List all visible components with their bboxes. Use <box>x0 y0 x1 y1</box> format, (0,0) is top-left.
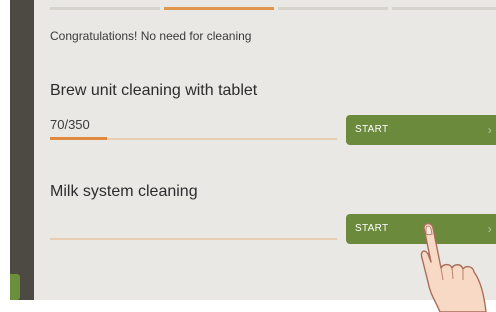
start-button-label: START <box>355 223 389 234</box>
brew-unit-start-button[interactable]: START › <box>346 115 496 145</box>
milk-system-progress-bar <box>50 238 337 240</box>
milk-system-title: Milk system cleaning <box>50 183 198 200</box>
cleaning-screen: Congratulations! No need for cleaning Br… <box>0 0 496 312</box>
start-button-label: START <box>355 124 389 135</box>
pointing-hand-icon <box>420 222 487 312</box>
brew-unit-count: 70/350 <box>50 117 90 132</box>
side-panel-accent[interactable] <box>10 274 20 300</box>
tab-indicator[interactable] <box>278 7 388 10</box>
brew-unit-title: Brew unit cleaning with tablet <box>50 82 258 99</box>
side-panel-edge <box>10 0 34 300</box>
tab-indicator-active[interactable] <box>164 7 274 10</box>
tab-indicator-strip <box>50 7 496 10</box>
tab-indicator[interactable] <box>392 7 496 10</box>
tab-indicator[interactable] <box>50 7 160 10</box>
chevron-right-icon: › <box>487 123 492 137</box>
brew-unit-progress-fill <box>50 137 108 140</box>
brew-unit-progress-bar <box>50 137 337 140</box>
status-message: Congratulations! No need for cleaning <box>50 29 252 43</box>
